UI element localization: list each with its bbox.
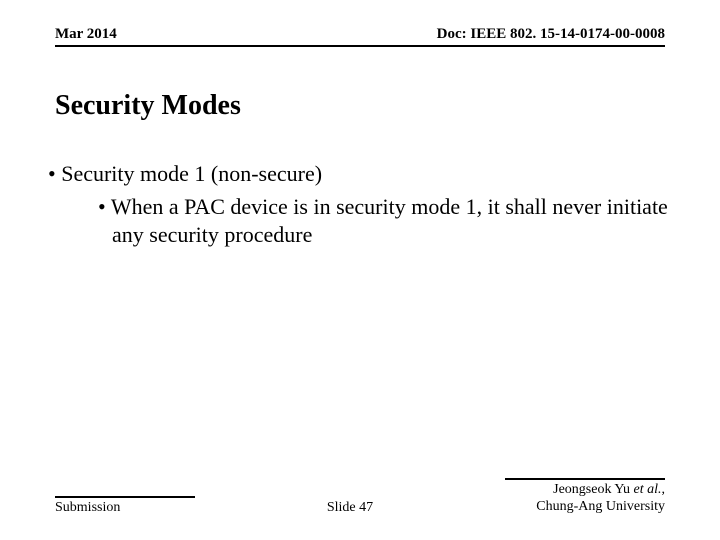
header-date: Mar 2014 bbox=[55, 26, 117, 43]
bullet-level-1: Security mode 1 (non-secure) bbox=[30, 160, 680, 189]
author-comma: , bbox=[662, 482, 666, 497]
author-etal: et al. bbox=[634, 482, 662, 497]
header-doc-id: Doc: IEEE 802. 15-14-0174-00-0008 bbox=[437, 26, 665, 43]
bullet-level-2: When a PAC device is in security mode 1,… bbox=[30, 193, 680, 250]
slide-footer: Submission Slide 47 Jeongseok Yu et al.,… bbox=[55, 478, 665, 516]
footer-author: Jeongseok Yu et al., Chung-Ang Universit… bbox=[505, 478, 665, 516]
slide-header: Mar 2014 Doc: IEEE 802. 15-14-0174-00-00… bbox=[55, 26, 665, 47]
author-affiliation: Chung-Ang University bbox=[505, 499, 665, 516]
footer-slide-number: Slide 47 bbox=[327, 500, 373, 516]
author-name: Jeongseok Yu bbox=[553, 482, 630, 497]
slide-content: Security mode 1 (non-secure) When a PAC … bbox=[30, 160, 680, 250]
slide-title: Security Modes bbox=[55, 90, 241, 122]
footer-left: Submission bbox=[55, 496, 195, 516]
